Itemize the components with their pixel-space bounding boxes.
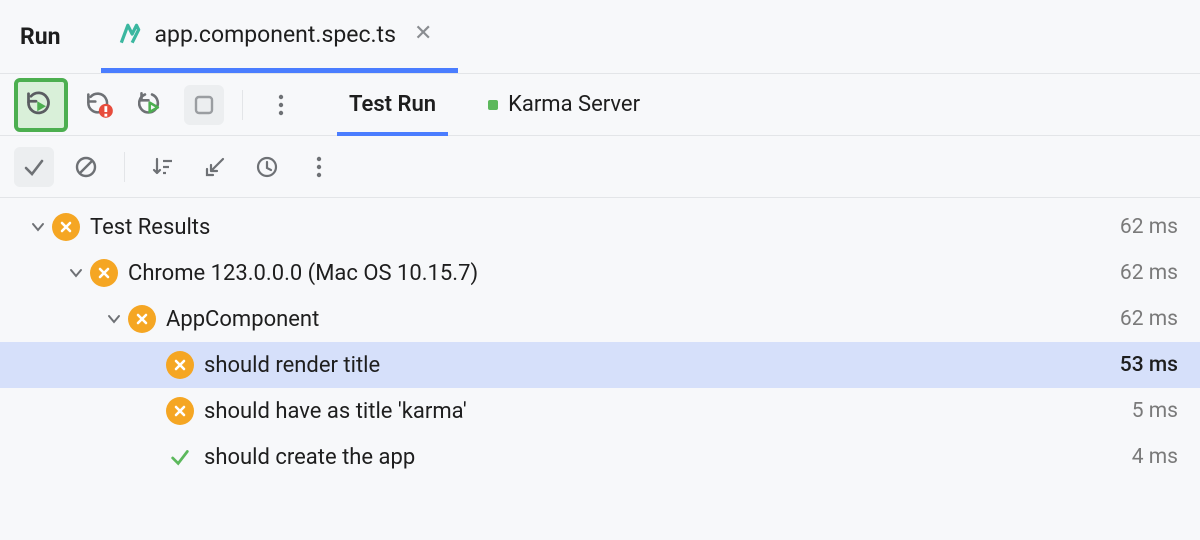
file-tab-label: app.component.spec.ts [155, 21, 396, 48]
show-passed-button[interactable] [14, 147, 54, 187]
more-vertical-icon [278, 93, 284, 117]
status-fail-icon [128, 305, 156, 333]
tab-karma-server[interactable]: Karma Server [482, 74, 646, 135]
more-vertical-icon [316, 155, 322, 179]
tree-row-label: should render title [204, 353, 1120, 378]
status-pass-icon [166, 443, 194, 471]
tree-row-label: AppComponent [166, 307, 1120, 332]
separator [124, 152, 125, 182]
test-history-button[interactable] [247, 147, 287, 187]
history-icon [255, 155, 279, 179]
tree-row[interactable]: Test Results62 ms [0, 204, 1200, 250]
tree-row-label: Test Results [90, 215, 1120, 240]
tree-row[interactable]: should create the app4 ms [0, 434, 1200, 480]
status-dot-icon [488, 100, 498, 110]
test-tree[interactable]: Test Results62 msChrome 123.0.0.0 (Mac O… [0, 198, 1200, 540]
status-fail-icon [90, 259, 118, 287]
sort-button[interactable] [143, 147, 183, 187]
import-icon [203, 155, 227, 179]
status-fail-icon [52, 213, 80, 241]
test-results-toolbar [0, 136, 1200, 198]
check-icon [22, 155, 46, 179]
status-fail-icon [166, 397, 194, 425]
tree-row-time: 4 ms [1132, 445, 1178, 469]
output-tabs: Test Run Karma Server [343, 74, 646, 135]
more-options-button[interactable] [299, 147, 339, 187]
rerun-button[interactable] [14, 78, 68, 132]
tree-row-time: 62 ms [1120, 261, 1178, 285]
tree-row[interactable]: Chrome 123.0.0.0 (Mac OS 10.15.7)62 ms [0, 250, 1200, 296]
tree-row-time: 5 ms [1132, 399, 1178, 423]
chevron-down-icon[interactable] [24, 220, 52, 234]
tree-row-label: should have as title 'karma' [204, 399, 1132, 424]
tab-test-run[interactable]: Test Run [343, 74, 442, 135]
rerun-icon [26, 90, 56, 120]
tab-label: Test Run [349, 92, 436, 117]
show-ignored-button[interactable] [66, 147, 106, 187]
separator [242, 90, 243, 120]
tree-row[interactable]: should have as title 'karma'5 ms [0, 388, 1200, 434]
stop-icon [194, 95, 214, 115]
tree-row[interactable]: should render title53 ms [0, 342, 1200, 388]
tree-row-label: Chrome 123.0.0.0 (Mac OS 10.15.7) [128, 261, 1120, 286]
tab-label: Karma Server [508, 92, 640, 117]
karma-file-icon [117, 21, 143, 47]
tool-window-tabbar: Run app.component.spec.ts ✕ [0, 0, 1200, 74]
tree-row-time: 53 ms [1120, 353, 1178, 377]
rerun-failed-button[interactable] [80, 85, 120, 125]
chevron-down-icon[interactable] [62, 266, 90, 280]
sort-icon [151, 155, 175, 179]
toggle-auto-test-icon [138, 91, 166, 119]
stop-button[interactable] [184, 85, 224, 125]
tree-row-time: 62 ms [1120, 307, 1178, 331]
toggle-auto-test-button[interactable] [132, 85, 172, 125]
circle-slash-icon [74, 155, 98, 179]
import-results-button[interactable] [195, 147, 235, 187]
rerun-failed-icon [86, 91, 114, 119]
panel-title: Run [20, 23, 61, 50]
run-toolbar: Test Run Karma Server [0, 74, 1200, 136]
more-actions-button[interactable] [261, 85, 301, 125]
tree-row-time: 62 ms [1120, 215, 1178, 239]
chevron-down-icon[interactable] [100, 312, 128, 326]
tree-row-label: should create the app [204, 445, 1132, 470]
tree-row[interactable]: AppComponent62 ms [0, 296, 1200, 342]
close-icon[interactable]: ✕ [408, 23, 438, 45]
file-tab[interactable]: app.component.spec.ts ✕ [101, 0, 459, 73]
status-fail-icon [166, 351, 194, 379]
